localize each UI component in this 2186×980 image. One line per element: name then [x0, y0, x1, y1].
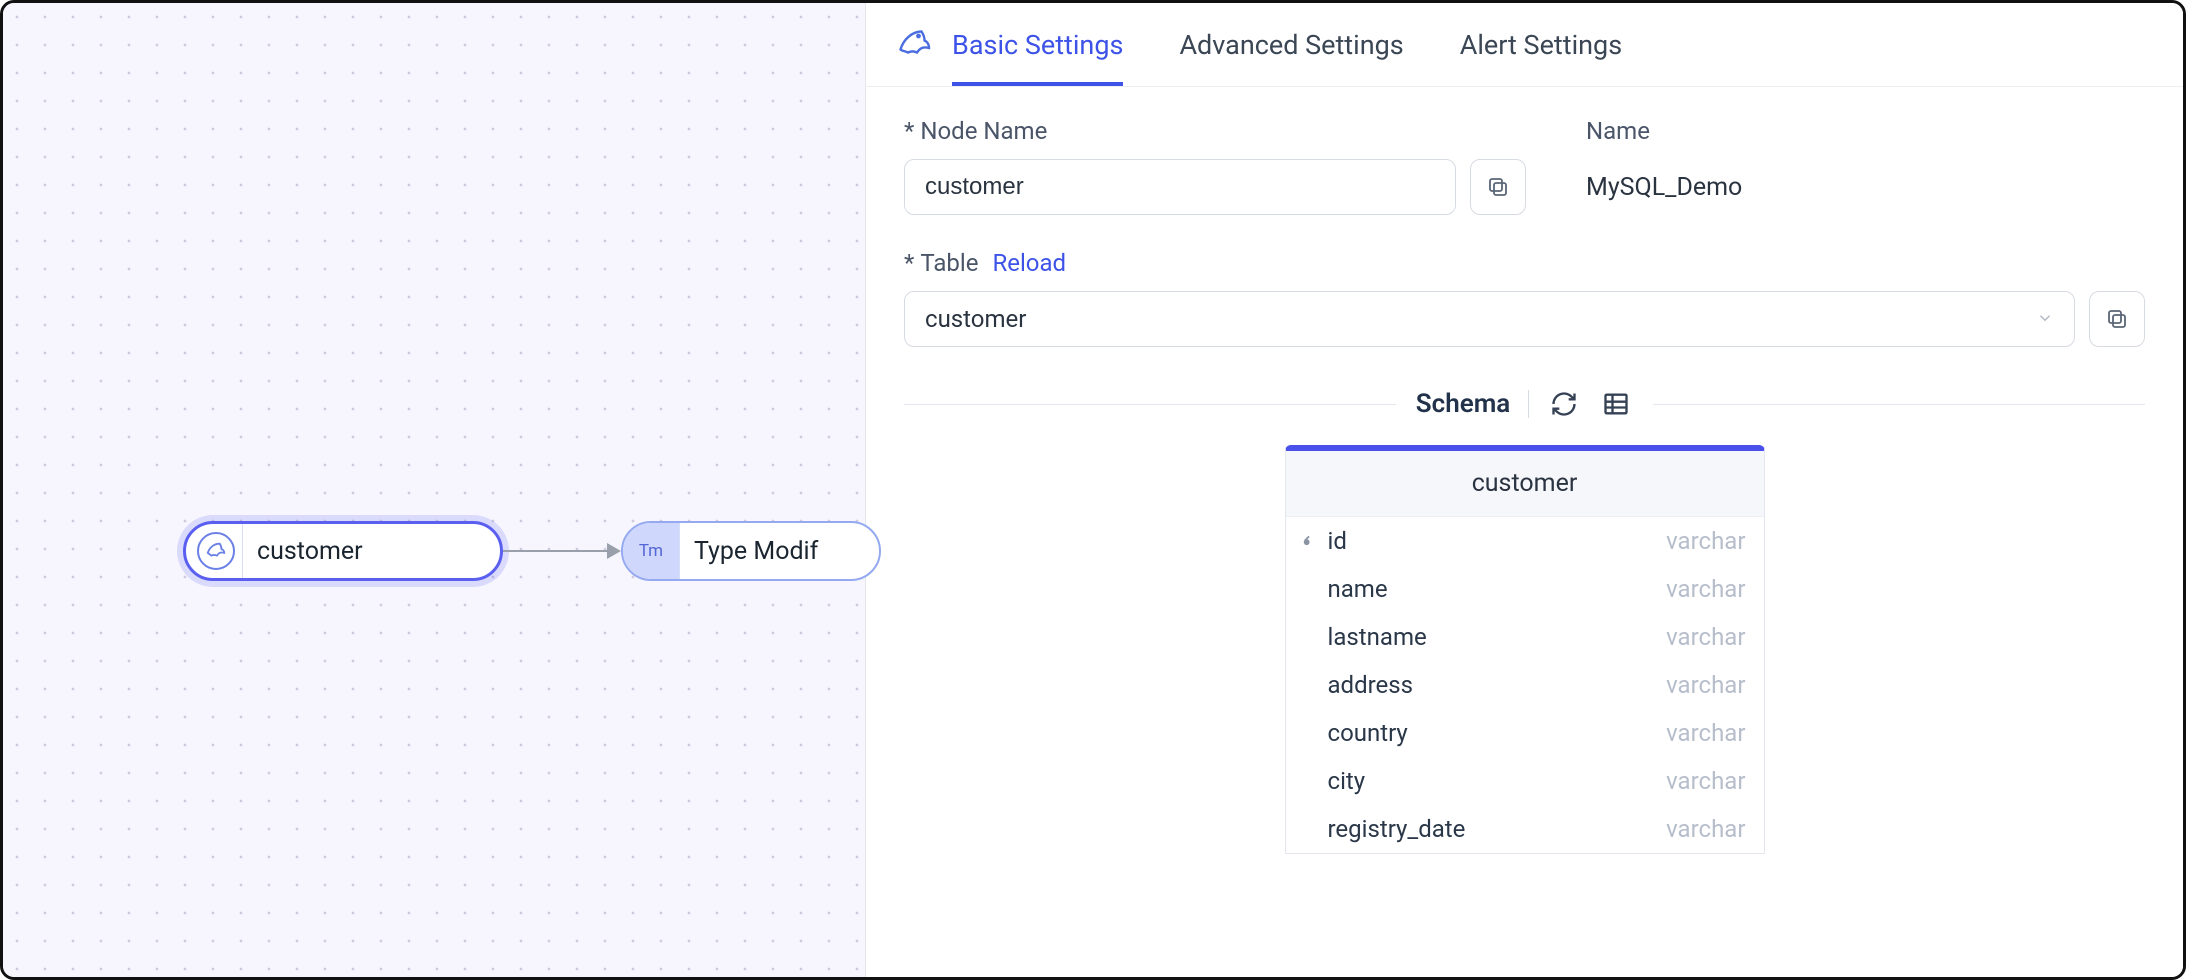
schema-column-name: name: [1322, 575, 1667, 603]
table-icon: [1602, 390, 1630, 418]
node-customer[interactable]: customer: [183, 521, 503, 581]
copy-node-name-button[interactable]: [1470, 159, 1526, 215]
schema-column-name: city: [1322, 767, 1667, 795]
refresh-schema-button[interactable]: [1547, 387, 1581, 421]
schema-column-row[interactable]: countryvarchar: [1286, 709, 1764, 757]
schema-box: customer idvarcharnamevarcharlastnamevar…: [1285, 445, 1765, 854]
settings-panel: Basic Settings Advanced Settings Alert S…: [865, 3, 2183, 977]
app-frame: customer Tm Type Modif Basic Settings: [0, 0, 2186, 980]
schema-column-type: varchar: [1666, 767, 1745, 795]
table-select-value: customer: [925, 305, 1026, 333]
node-name-input[interactable]: [904, 159, 1456, 215]
copy-icon: [2105, 307, 2129, 331]
mysql-dolphin-icon: [186, 524, 242, 578]
schema-column-row[interactable]: registry_datevarchar: [1286, 805, 1764, 853]
edge-customer-to-type: [503, 549, 621, 553]
tab-advanced-settings[interactable]: Advanced Settings: [1179, 3, 1403, 86]
schema-column-type: varchar: [1666, 623, 1745, 651]
mysql-dolphin-icon: [894, 25, 934, 65]
schema-table-view-button[interactable]: [1599, 387, 1633, 421]
schema-column-name: id: [1322, 527, 1667, 555]
schema-column-type: varchar: [1666, 719, 1745, 747]
panel-body: *Node Name Name MySQL_Demo: [866, 87, 2183, 977]
tab-basic-settings[interactable]: Basic Settings: [952, 3, 1123, 86]
schema-column-name: address: [1322, 671, 1667, 699]
type-modifier-icon: Tm: [623, 523, 679, 579]
schema-divider: Schema: [904, 387, 2145, 421]
chevron-down-icon: [2036, 305, 2054, 333]
node-type-modifier-label: Type Modif: [679, 523, 879, 579]
node-name-label: *Node Name: [904, 117, 1526, 145]
schema-column-name: registry_date: [1322, 815, 1667, 843]
tab-alert-settings[interactable]: Alert Settings: [1460, 3, 1622, 86]
schema-column-type: varchar: [1666, 671, 1745, 699]
panel-header: Basic Settings Advanced Settings Alert S…: [866, 3, 2183, 87]
primary-key-icon: [1296, 534, 1322, 548]
table-select[interactable]: customer: [904, 291, 2075, 347]
refresh-icon: [1550, 390, 1578, 418]
schema-column-row[interactable]: namevarchar: [1286, 565, 1764, 613]
copy-table-button[interactable]: [2089, 291, 2145, 347]
table-label: *Table: [904, 249, 978, 277]
settings-tabs: Basic Settings Advanced Settings Alert S…: [952, 3, 1622, 86]
schema-column-type: varchar: [1666, 527, 1745, 555]
schema-column-name: lastname: [1322, 623, 1667, 651]
schema-column-type: varchar: [1666, 815, 1745, 843]
schema-heading: Schema: [1416, 389, 1510, 419]
node-type-modifier[interactable]: Tm Type Modif: [621, 521, 881, 581]
connection-name-value: MySQL_Demo: [1586, 159, 1742, 215]
schema-column-row[interactable]: lastnamevarchar: [1286, 613, 1764, 661]
name-label: Name: [1586, 117, 1742, 145]
reload-link[interactable]: Reload: [992, 249, 1066, 277]
schema-table-name: customer: [1286, 451, 1764, 517]
copy-icon: [1486, 175, 1510, 199]
schema-column-row[interactable]: cityvarchar: [1286, 757, 1764, 805]
schema-column-name: country: [1322, 719, 1667, 747]
schema-column-type: varchar: [1666, 575, 1745, 603]
pipeline-canvas[interactable]: customer Tm Type Modif: [3, 3, 865, 977]
node-customer-label: customer: [242, 524, 500, 578]
schema-column-row[interactable]: idvarchar: [1286, 517, 1764, 565]
schema-column-row[interactable]: addressvarchar: [1286, 661, 1764, 709]
